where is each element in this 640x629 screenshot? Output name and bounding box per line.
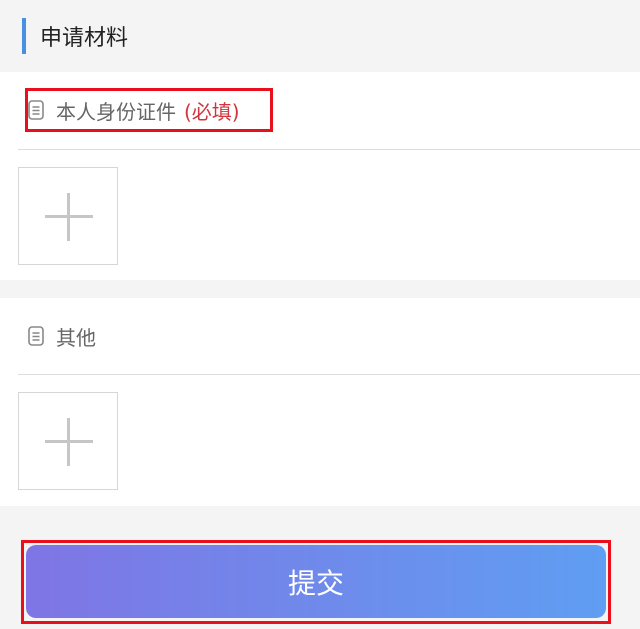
required-field-highlight: [25, 88, 273, 132]
divider: [18, 374, 640, 375]
material-row-other: 其他: [28, 316, 96, 356]
section-header: 申请材料: [0, 0, 640, 72]
submit-button[interactable]: 提交: [26, 545, 606, 618]
section-title: 申请材料: [40, 26, 129, 51]
section-accent-bar: [22, 18, 26, 54]
divider: [18, 149, 640, 150]
document-icon: [28, 326, 44, 346]
upload-other-button[interactable]: [18, 392, 118, 490]
material-card-other: 其他: [0, 298, 640, 506]
upload-id-button[interactable]: [18, 167, 118, 265]
material-label: 其他: [56, 325, 96, 350]
